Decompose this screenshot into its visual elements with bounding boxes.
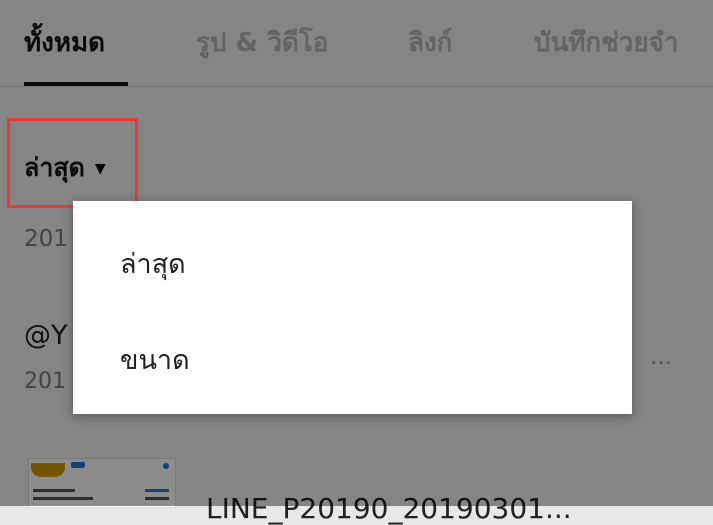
menu-item-size[interactable]: ขนาด (73, 317, 632, 413)
sort-highlight-box (7, 118, 138, 208)
menu-item-label: ล่าสุด (120, 249, 186, 280)
menu-item-latest[interactable]: ล่าสุด (73, 221, 632, 317)
sort-menu: ล่าสุด ขนาด (73, 201, 632, 414)
menu-item-label: ขนาด (120, 345, 190, 376)
